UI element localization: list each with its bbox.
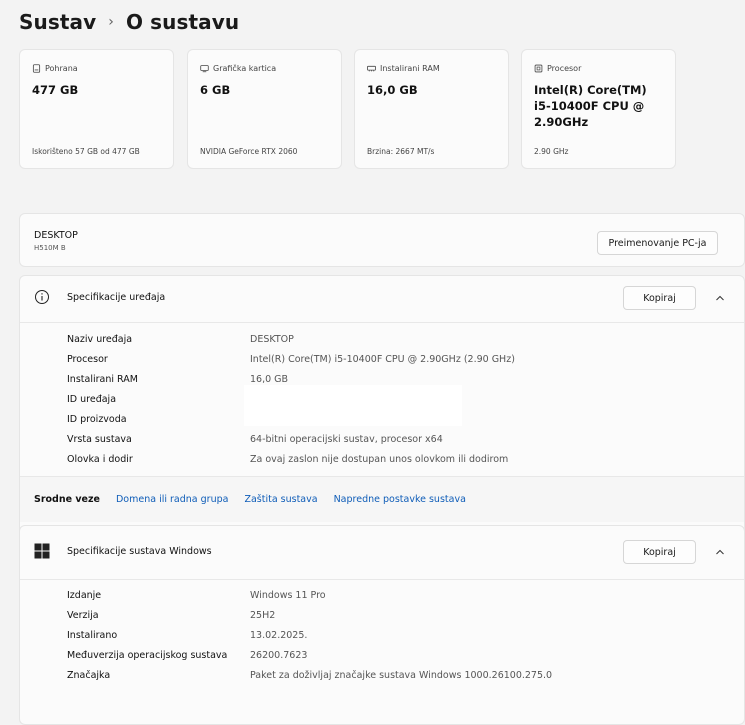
spec-value: 16,0 GB [250,373,289,385]
spec-value: 13.02.2025. [250,629,308,641]
spec-row: Vrsta sustava 64-bitni operacijski sustav… [67,429,443,449]
spec-row: Naziv uređaja DESKTOP [67,329,294,349]
device-specs-header[interactable]: Specifikacije uređaja Kopiraj [20,276,744,321]
chevron-up-icon[interactable] [714,292,726,304]
card-label: Procesor [547,63,582,73]
breadcrumb-parent[interactable]: Sustav [19,10,96,34]
spec-row: Instalirano 13.02.2025. [67,625,307,645]
spec-value: DESKTOP [250,333,294,345]
windows-specs-header[interactable]: Specifikacije sustava Windows Kopiraj [20,530,744,575]
windows-specs-title: Specifikacije sustava Windows [67,546,212,557]
rename-pc-button[interactable]: Preimenovanje PC-ja [597,231,718,255]
device-panel: DESKTOP H510M B Preimenovanje PC-ja [19,213,745,267]
spec-key: Izdanje [67,589,102,601]
card-value: Intel(R) Core(TM) i5-10400F CPU @ 2.90GH… [534,83,647,129]
spec-value: 26200.7623 [250,649,308,661]
system-protection-link[interactable]: Zaštita sustava [244,494,317,505]
card-footer: NVIDIA GeForce RTX 2060 [200,147,298,156]
copy-windows-specs-button[interactable]: Kopiraj [623,540,696,564]
spec-key: Verzija [67,609,99,621]
spec-key: Instalirani RAM [67,373,138,385]
ram-icon [367,65,376,71]
spec-key: Značajka [67,669,111,681]
spec-value: Windows 11 Pro [250,589,326,601]
card-label: Pohrana [45,63,78,73]
spec-row: Verzija 25H2 [67,605,275,625]
spec-key: ID proizvoda [67,413,127,425]
spec-value: Za ovaj zaslon nije dostupan unos olovko… [250,453,509,465]
spec-value: 64-bitni operacijski sustav, procesor x6… [250,433,443,445]
copy-device-specs-button[interactable]: Kopiraj [623,286,696,310]
cpu-card[interactable]: Procesor Intel(R) Core(TM) i5-10400F CPU… [521,49,676,169]
spec-row: Izdanje Windows 11 Pro [67,585,326,605]
spec-key: Procesor [67,353,108,365]
redacted-area [244,385,462,426]
spec-row: Značajka Paket za doživljaj značajke sust… [67,665,552,685]
domain-workgroup-link[interactable]: Domena ili radna grupa [116,494,228,505]
card-label: Instalirani RAM [380,63,440,73]
related-links: Srodne veze Domena ili radna grupa Zašti… [20,477,744,522]
spec-row: Procesor Intel(R) Core(TM) i5-10400F CPU … [67,349,515,369]
divider [20,322,744,323]
spec-key: Međuverzija operacijskog sustava [67,649,228,661]
page-title: O sustavu [125,10,240,34]
spec-value: Intel(R) Core(TM) i5-10400F CPU @ 2.90GH… [250,353,515,365]
spec-key: Naziv uređaja [67,333,133,345]
spec-key: ID uređaja [67,393,117,405]
spec-row: ID proizvoda [67,409,250,429]
spec-row: Olovka i dodir Za ovaj zaslon nije dostup… [67,449,508,469]
spec-key: Instalirano [67,629,118,641]
card-value: 16,0 GB [367,83,418,97]
card-footer: 2.90 GHz [534,147,569,156]
breadcrumb: Sustav › O sustavu [19,8,239,36]
breadcrumb-separator: › [108,14,114,30]
card-label: Grafička kartica [213,63,277,73]
chevron-up-icon[interactable] [714,546,726,558]
related-links-label: Srodne veze [34,494,100,505]
windows-logo-icon [34,543,50,559]
spec-value: Paket za doživljaj značajke sustava Wind… [250,669,553,681]
windows-specs-panel: Specifikacije sustava Windows Kopiraj Iz… [19,525,745,725]
card-footer: Brzina: 2667 MT/s [367,147,435,156]
cpu-icon [534,64,543,72]
storage-icon [32,63,41,73]
gpu-icon [200,64,209,72]
spec-row: Međuverzija operacijskog sustava 26200.76… [67,645,307,665]
spec-row: ID uređaja [67,389,250,409]
device-model: H510M B [34,244,66,252]
info-icon [35,290,49,304]
spec-value: 25H2 [250,609,276,621]
card-value: 6 GB [200,83,231,97]
ram-card[interactable]: Instalirani RAM 16,0 GB Brzina: 2667 MT/… [354,49,509,169]
device-name: DESKTOP [34,230,78,241]
advanced-system-settings-link[interactable]: Napredne postavke sustava [334,494,466,505]
divider [20,579,744,580]
gpu-card[interactable]: Grafička kartica 6 GB NVIDIA GeForce RTX… [187,49,342,169]
spec-key: Olovka i dodir [67,453,133,465]
spec-key: Vrsta sustava [67,433,132,445]
device-specs-title: Specifikacije uređaja [67,292,166,303]
storage-card[interactable]: Pohrana 477 GB Iskorišteno 57 GB od 477 … [19,49,174,169]
card-footer: Iskorišteno 57 GB od 477 GB [32,147,140,156]
card-value: 477 GB [32,83,79,97]
